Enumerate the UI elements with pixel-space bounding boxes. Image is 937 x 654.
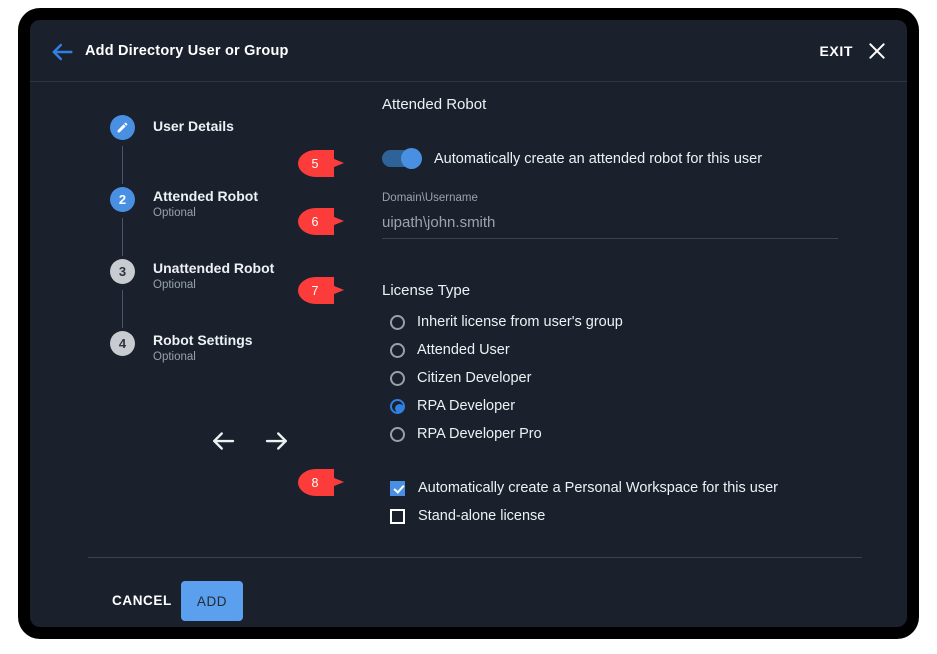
domain-username-field-group: Domain\Username: [382, 192, 838, 239]
stepper-number[interactable]: 4: [110, 331, 135, 356]
checkbox-icon-checked[interactable]: [390, 481, 405, 496]
arrow-left-icon[interactable]: [208, 426, 238, 456]
checkbox-label: Automatically create a Personal Workspac…: [418, 480, 778, 496]
checkbox-personal-workspace[interactable]: Automatically create a Personal Workspac…: [390, 474, 778, 502]
stepper-label: Unattended Robot: [153, 260, 274, 276]
attended-robot-toggle-row[interactable]: Automatically create an attended robot f…: [382, 150, 762, 167]
callout-number: 5: [312, 157, 319, 171]
radio-label: Citizen Developer: [417, 370, 531, 386]
callout-number: 7: [312, 284, 319, 298]
screen-root: Add Directory User or Group EXIT: [0, 0, 937, 654]
radio-option-rpa-developer-pro[interactable]: RPA Developer Pro: [390, 420, 623, 448]
radio-icon[interactable]: [390, 371, 405, 386]
add-button[interactable]: ADD: [181, 581, 243, 621]
stepper-navigation: [208, 426, 292, 456]
add-directory-user-dialog: Add Directory User or Group EXIT: [30, 20, 907, 627]
page-title: Add Directory User or Group: [85, 20, 289, 82]
stepper-number[interactable]: 2: [110, 187, 135, 212]
radio-icon-selected[interactable]: [390, 399, 405, 414]
stepper-item-robot-settings[interactable]: 4 Robot Settings Optional: [110, 331, 340, 403]
arrow-left-icon[interactable]: [48, 38, 76, 66]
callout-tip: [322, 212, 344, 230]
main-content: Attended Robot Automatically create an a…: [352, 96, 852, 113]
callout-badge-8: 8: [298, 469, 346, 496]
radio-label: RPA Developer Pro: [417, 426, 542, 442]
stepper-sublabel: Optional: [153, 207, 196, 219]
stepper-label: Attended Robot: [153, 188, 258, 204]
radio-option-rpa-developer[interactable]: RPA Developer: [390, 392, 623, 420]
radio-icon[interactable]: [390, 315, 405, 330]
section-title-attended-robot: Attended Robot: [382, 96, 852, 113]
callout-badge-7: 7: [298, 277, 346, 304]
checkbox-label: Stand-alone license: [418, 508, 545, 524]
arrow-right-icon[interactable]: [262, 426, 292, 456]
callout-number: 8: [312, 476, 319, 490]
stepper-label: User Details: [153, 118, 234, 134]
cancel-button[interactable]: CANCEL: [100, 581, 184, 621]
radio-option-citizen-developer[interactable]: Citizen Developer: [390, 364, 623, 392]
callout-number: 6: [312, 215, 319, 229]
attended-robot-toggle-label: Automatically create an attended robot f…: [434, 151, 762, 167]
domain-username-label: Domain\Username: [382, 192, 838, 204]
footer-divider: [88, 557, 862, 558]
stepper-connector: [122, 146, 123, 184]
radio-option-inherit-license[interactable]: Inherit license from user's group: [390, 308, 623, 336]
radio-option-attended-user[interactable]: Attended User: [390, 336, 623, 364]
pencil-icon[interactable]: [110, 115, 135, 140]
domain-username-input[interactable]: [382, 212, 838, 239]
callout-tip: [322, 154, 344, 172]
stepper-label: Robot Settings: [153, 332, 253, 348]
radio-icon[interactable]: [390, 427, 405, 442]
exit-button[interactable]: EXIT: [819, 20, 887, 82]
exit-label: EXIT: [819, 43, 853, 59]
stepper-sublabel: Optional: [153, 279, 196, 291]
dialog-header: Add Directory User or Group EXIT: [30, 20, 907, 82]
attended-robot-toggle[interactable]: [382, 150, 420, 167]
radio-label: Inherit license from user's group: [417, 314, 623, 330]
callout-tip: [322, 281, 344, 299]
stepper-connector: [122, 290, 123, 328]
radio-icon[interactable]: [390, 343, 405, 358]
callout-badge-6: 6: [298, 208, 346, 235]
stepper-connector: [122, 218, 123, 256]
license-type-title: License Type: [382, 282, 470, 299]
options-checkbox-group: Automatically create a Personal Workspac…: [390, 474, 778, 530]
checkbox-icon[interactable]: [390, 509, 405, 524]
radio-label: Attended User: [417, 342, 510, 358]
callout-badge-5: 5: [298, 150, 346, 177]
callout-tip: [322, 473, 344, 491]
stepper-number[interactable]: 3: [110, 259, 135, 284]
stepper-sublabel: Optional: [153, 351, 196, 363]
license-type-radio-group: Inherit license from user's group Attend…: [390, 308, 623, 448]
radio-label: RPA Developer: [417, 398, 515, 414]
checkbox-stand-alone-license[interactable]: Stand-alone license: [390, 502, 778, 530]
toggle-knob: [401, 148, 422, 169]
close-icon[interactable]: [867, 41, 887, 61]
